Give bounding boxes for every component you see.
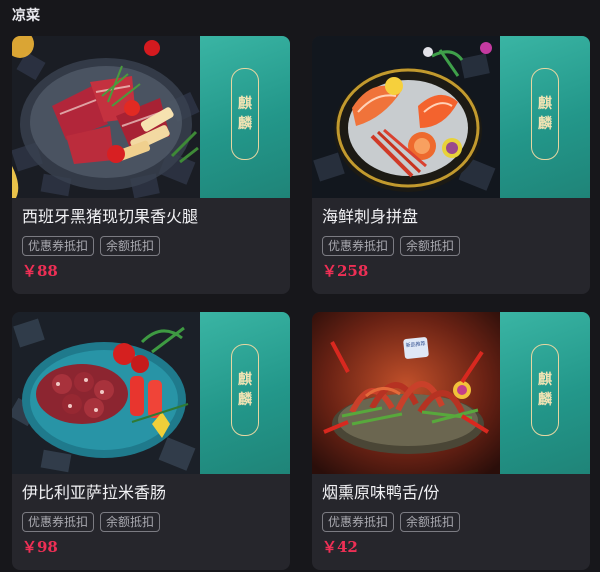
- dish-price: ￥258: [322, 262, 369, 280]
- brand-seal-char: 麟: [238, 116, 252, 132]
- dish-grid: 麒麟 西班牙黑猪现切果香火腿 优惠券抵扣 余额抵扣 ￥88 麒 麟 海鲜刺身拼盘…: [12, 36, 590, 570]
- dish-card-sashimi[interactable]: 麒麟 海鲜刺身拼盘 优惠券抵扣 余额抵扣 ￥258: [312, 36, 590, 294]
- dish-name: 海鲜刺身拼盘: [322, 207, 419, 226]
- balance-tag: 余额抵扣: [100, 512, 161, 532]
- dish-price: ￥42: [322, 538, 358, 556]
- brand-banner: 麒麟: [200, 36, 290, 198]
- brand-seal-char: 麒: [538, 372, 552, 388]
- brand-seal: 麒麟: [531, 344, 559, 436]
- dish-price: ￥98: [22, 538, 58, 556]
- dish-tags: 优惠券抵扣 余额抵扣: [322, 236, 461, 256]
- dish-image-sashimi: 麒麟: [312, 36, 590, 198]
- salami-platter-image: [12, 312, 200, 474]
- brand-seal: 麒麟: [231, 68, 259, 160]
- brand-banner: 麒麟: [500, 312, 590, 474]
- dish-name: 烟熏原味鸭舌/份: [322, 483, 440, 502]
- dish-tags: 优惠券抵扣 余额抵扣: [22, 236, 161, 256]
- balance-tag: 余额抵扣: [400, 236, 461, 256]
- brand-seal-char: 麟: [238, 392, 252, 408]
- dish-image-salami: 麒麟: [12, 312, 290, 474]
- dish-name: 西班牙黑猪现切果香火腿: [22, 207, 199, 226]
- sashimi-platter-image: [312, 36, 500, 198]
- dish-name: 伊比利亚萨拉米香肠: [22, 483, 167, 502]
- brand-seal-text: 麒麟: [238, 368, 252, 412]
- dish-image-ham: 麒麟: [12, 36, 290, 198]
- brand-seal-text: 麒麟: [538, 368, 552, 412]
- brand-seal-char: 麟: [538, 392, 552, 408]
- brand-seal-char: 麒: [238, 372, 252, 388]
- brand-banner: 麒麟: [200, 312, 290, 474]
- dish-tags: 优惠券抵扣 余额抵扣: [322, 512, 461, 532]
- balance-tag: 余额抵扣: [400, 512, 461, 532]
- coupon-tag: 优惠券抵扣: [322, 512, 395, 532]
- balance-tag: 余额抵扣: [100, 236, 161, 256]
- brand-seal: 麒麟: [531, 68, 559, 160]
- dish-image-duck-tongue: 新品推荐 麒麟: [312, 312, 590, 474]
- coupon-tag: 优惠券抵扣: [22, 236, 95, 256]
- dish-card-duck-tongue[interactable]: 新品推荐 麒麟 烟熏原味鸭舌/份 优惠券抵扣 余额抵扣 ￥42: [312, 312, 590, 570]
- brand-seal-char: 麒: [538, 96, 552, 112]
- brand-seal-text: 麒麟: [238, 92, 252, 136]
- brand-seal-text: 麒麟: [538, 92, 552, 136]
- duck-tongue-platter-image: 新品推荐: [312, 312, 500, 474]
- dish-card-salami[interactable]: 麒麟 伊比利亚萨拉米香肠 优惠券抵扣 余额抵扣 ￥98: [12, 312, 290, 570]
- brand-seal-char: 麟: [538, 116, 552, 132]
- brand-seal-char: 麒: [238, 96, 252, 112]
- dish-card-ham[interactable]: 麒麟 西班牙黑猪现切果香火腿 优惠券抵扣 余额抵扣 ￥88: [12, 36, 290, 294]
- coupon-tag: 优惠券抵扣: [22, 512, 95, 532]
- brand-banner: 麒麟: [500, 36, 590, 198]
- dish-price: ￥88: [22, 262, 58, 280]
- brand-seal: 麒麟: [231, 344, 259, 436]
- coupon-tag: 优惠券抵扣: [322, 236, 395, 256]
- dish-tags: 优惠券抵扣 余额抵扣: [22, 512, 161, 532]
- ham-platter-image: [12, 36, 200, 198]
- section-title: 凉菜: [12, 8, 40, 24]
